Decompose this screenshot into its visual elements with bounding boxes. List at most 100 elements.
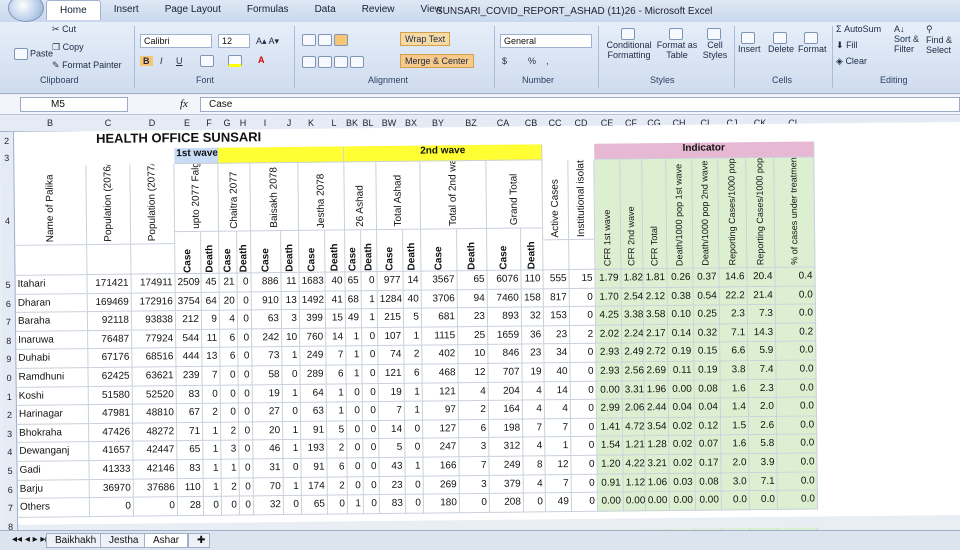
data-cell[interactable]: 2.24 (622, 325, 645, 344)
data-cell[interactable]: 0.0 (777, 472, 818, 492)
data-cell[interactable]: 47426 (89, 423, 134, 443)
data-cell[interactable]: 14 (544, 381, 571, 401)
data-cell[interactable]: 2.56 (622, 362, 645, 382)
data-cell[interactable]: 6 (459, 419, 490, 439)
paste-button[interactable]: Paste (14, 48, 53, 60)
font-color-button[interactable]: A (258, 55, 265, 65)
data-cell[interactable]: 5 (403, 308, 423, 328)
data-cell[interactable]: 68516 (132, 348, 177, 368)
data-cell[interactable]: 1.6 (720, 379, 749, 399)
data-cell[interactable]: 92118 (87, 311, 133, 331)
data-cell[interactable]: 0.0 (776, 379, 817, 399)
data-cell[interactable]: 0 (362, 327, 379, 347)
data-cell[interactable]: 249 (300, 346, 327, 366)
data-cell[interactable]: 0.0 (777, 434, 818, 454)
data-cell[interactable]: 31 (253, 459, 284, 478)
data-cell[interactable]: 3.21 (645, 455, 670, 474)
fill-button[interactable]: ⬇ Fill (836, 40, 858, 51)
data-cell[interactable]: 19 (522, 363, 545, 383)
data-cell[interactable]: 12 (545, 456, 572, 475)
data-cell[interactable]: 0 (405, 494, 425, 514)
data-cell[interactable]: 6 (404, 364, 423, 384)
data-cell[interactable]: 1 (283, 477, 302, 497)
format-painter-button[interactable]: ✎ Format Painter (52, 60, 122, 71)
data-cell[interactable]: 1492 (299, 291, 326, 311)
data-cell[interactable]: 4 (522, 381, 545, 401)
data-cell[interactable]: 63 (300, 402, 328, 422)
data-cell[interactable]: 0.04 (694, 398, 722, 418)
palika-name-cell[interactable]: Gadi (17, 461, 90, 481)
data-cell[interactable]: 0 (523, 493, 547, 513)
tab-insert[interactable]: Insert (101, 0, 152, 20)
data-cell[interactable]: 0 (405, 476, 424, 495)
data-cell[interactable]: 247 (423, 438, 460, 458)
data-cell[interactable]: 36 (522, 326, 545, 345)
data-cell[interactable]: 0.00 (669, 491, 697, 511)
data-cell[interactable]: 2.49 (622, 343, 645, 363)
data-cell[interactable]: 5 (379, 439, 406, 459)
data-cell[interactable]: 0 (220, 366, 239, 386)
data-cell[interactable]: 3706 (421, 289, 458, 309)
data-cell[interactable]: 1.54 (597, 436, 624, 456)
data-cell[interactable]: 0 (239, 440, 254, 460)
data-cell[interactable]: 2 (570, 325, 597, 345)
data-cell[interactable]: 1.28 (645, 436, 670, 456)
data-cell[interactable]: 0.0 (777, 416, 818, 436)
data-cell[interactable]: 1.06 (645, 473, 670, 493)
data-cell[interactable]: 1.70 (595, 288, 622, 307)
data-cell[interactable]: 0 (570, 381, 597, 401)
data-cell[interactable]: 468 (422, 364, 459, 384)
data-cell[interactable]: 1.20 (597, 455, 624, 475)
row-header[interactable]: 4 (3, 443, 18, 462)
data-cell[interactable]: 0 (283, 458, 302, 478)
data-cell[interactable]: 1.79 (595, 269, 622, 289)
data-cell[interactable]: 15 (325, 309, 347, 329)
data-cell[interactable]: 2.72 (644, 343, 669, 363)
data-cell[interactable]: 0 (405, 420, 424, 440)
data-cell[interactable]: 40 (403, 290, 422, 309)
data-cell[interactable]: 174 (301, 477, 328, 497)
data-cell[interactable]: 0 (89, 497, 135, 517)
data-cell[interactable]: 7 (545, 474, 572, 494)
data-cell[interactable]: 0 (571, 455, 598, 475)
data-cell[interactable]: 1659 (488, 326, 523, 346)
data-cell[interactable]: 22.2 (719, 286, 748, 306)
row-header[interactable]: 7 (1, 313, 17, 332)
data-cell[interactable]: 0.0 (775, 304, 817, 324)
data-cell[interactable]: 14 (403, 271, 422, 291)
data-cell[interactable]: 0 (405, 438, 424, 458)
data-cell[interactable]: 14 (379, 420, 406, 440)
data-cell[interactable]: 1 (346, 328, 363, 347)
data-cell[interactable]: 0.02 (669, 436, 696, 455)
data-cell[interactable]: 21 (219, 273, 238, 293)
column-header[interactable]: BW (376, 118, 402, 128)
data-cell[interactable]: 0 (362, 365, 379, 384)
data-cell[interactable]: 3 (459, 475, 490, 495)
data-cell[interactable]: 180 (423, 494, 461, 514)
data-cell[interactable]: 1 (203, 422, 222, 442)
data-cell[interactable]: 19 (252, 384, 283, 404)
data-cell[interactable]: 110 (177, 478, 204, 498)
data-cell[interactable]: 0.38 (667, 287, 694, 307)
name-box[interactable]: M5 (20, 97, 128, 112)
data-cell[interactable]: 32 (521, 307, 545, 327)
data-cell[interactable]: 7 (545, 418, 572, 438)
data-cell[interactable]: 174911 (131, 274, 176, 294)
data-cell[interactable]: 41333 (89, 460, 134, 480)
row-header[interactable]: 2 (2, 406, 18, 425)
cut-button[interactable]: ✂ Cut (52, 24, 76, 35)
data-cell[interactable]: 3567 (421, 271, 458, 291)
data-cell[interactable]: 23 (522, 344, 545, 364)
data-cell[interactable]: 312 (489, 437, 524, 457)
data-cell[interactable]: 555 (543, 270, 570, 289)
data-cell[interactable]: 3.9 (749, 453, 778, 473)
data-cell[interactable]: 97 (422, 401, 460, 421)
data-cell[interactable]: 3.38 (621, 306, 645, 326)
data-cell[interactable]: 70 (253, 477, 284, 497)
palika-name-cell[interactable]: Barju (17, 479, 90, 500)
data-cell[interactable]: 164 (488, 400, 524, 420)
data-cell[interactable]: 0 (347, 458, 364, 477)
data-cell[interactable]: 2.3 (748, 379, 777, 399)
data-cell[interactable]: 1 (326, 402, 348, 422)
data-cell[interactable]: 0 (346, 402, 364, 422)
